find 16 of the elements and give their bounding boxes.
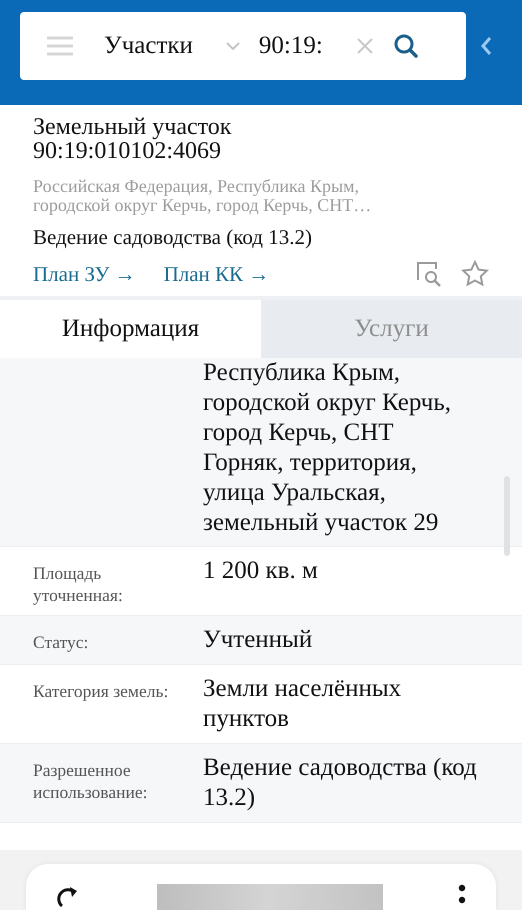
object-title: Земельный участок 90:19:010102:4069 [33,115,232,163]
field-value: Учтенный [203,625,314,655]
field-label: Разрешенное использование: [33,760,148,802]
field-label: Статус: [33,632,88,652]
field-label: Площадь уточненная: [33,563,123,605]
plan-link[interactable]: План КК → [164,262,270,286]
object-address: Российская Федерация, Республика Крым, городской округ Керчь, город Керчь, СНТ… [33,177,372,215]
field-label: Категория земель: [33,681,168,701]
field-value: Земли населённых пунктов [203,674,402,734]
field-value: Республика Крым, городской округ Керчь, город Керчь, СНТ Горняк, территория, улица Уральская, земельный участок 29 [203,358,452,538]
object-purpose: Ведение садоводства (код 13.2) [33,225,313,250]
field-value: 1 200 кв. м [203,556,319,586]
plan-link[interactable]: План ЗУ → [33,262,136,286]
category-select[interactable]: Участки [104,32,193,60]
field-value: Ведение садоводства (код 13.2) [203,753,478,813]
search-field[interactable]: 90:19: [258,32,337,60]
